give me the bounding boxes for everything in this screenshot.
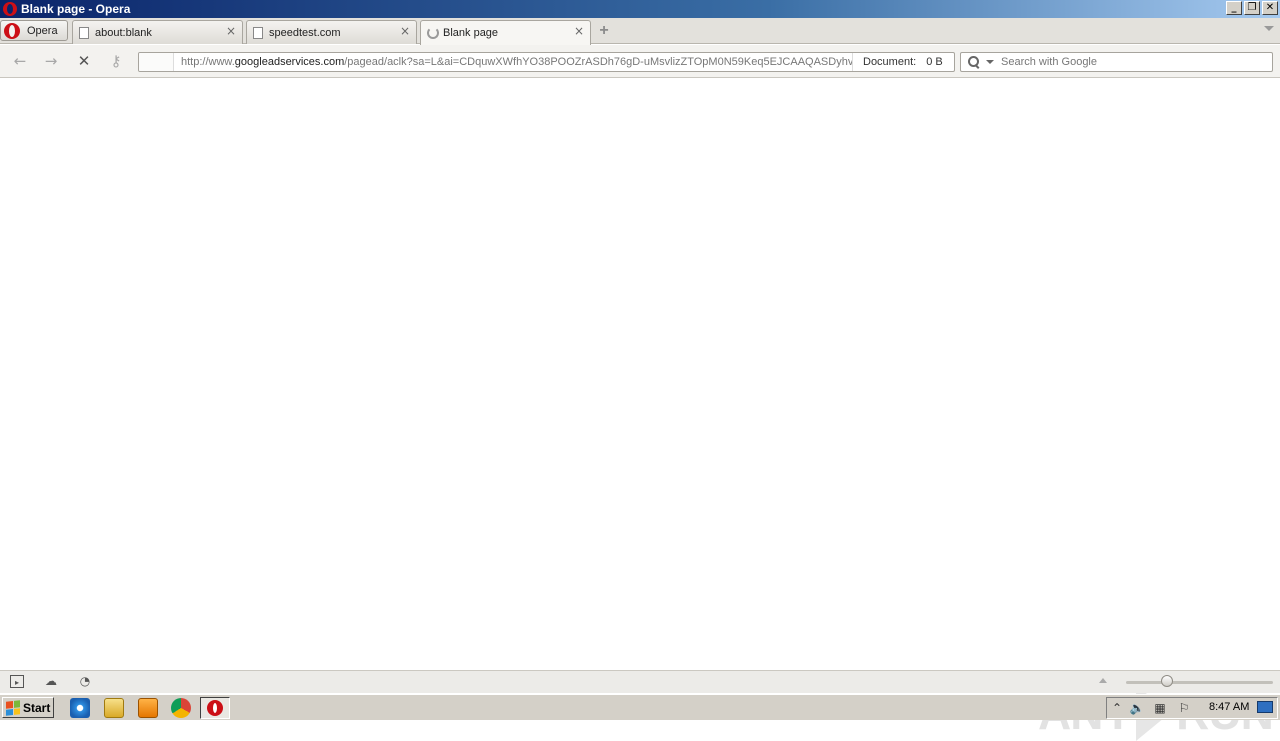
tab-label: speedtest.com bbox=[269, 26, 341, 39]
show-hidden-icons-icon[interactable]: ⌃ bbox=[1109, 701, 1125, 715]
chrome-icon[interactable] bbox=[171, 698, 191, 718]
tab-close-icon[interactable]: × bbox=[573, 25, 585, 37]
opera-logo-icon bbox=[3, 2, 17, 16]
search-box[interactable] bbox=[960, 52, 1273, 72]
opera-icon bbox=[207, 700, 223, 716]
key-icon[interactable]: ⚷ bbox=[106, 52, 126, 70]
loading-spinner-icon bbox=[427, 27, 439, 39]
tab-label: about:blank bbox=[95, 26, 152, 39]
document-size-indicator: Document: 0 B bbox=[852, 53, 954, 71]
tab-bar: Opera about:blank × speedtest.com × Blan… bbox=[0, 18, 1280, 45]
taskbar-clock[interactable]: 8:47 AM bbox=[1209, 701, 1249, 713]
page-content[interactable]: ANY RUN bbox=[0, 79, 1280, 741]
forward-icon[interactable]: → bbox=[41, 52, 61, 70]
tab-speedtest[interactable]: speedtest.com × bbox=[246, 20, 417, 44]
network-icon[interactable]: ▦ bbox=[1152, 701, 1168, 715]
zoom-menu-icon[interactable] bbox=[1099, 678, 1107, 683]
opera-unite-cloud-icon[interactable]: ☁ bbox=[44, 675, 58, 688]
back-icon[interactable]: ← bbox=[10, 52, 30, 70]
document-label: Document: bbox=[863, 56, 917, 68]
address-bar[interactable]: http://www.googleadservices.com/pagead/a… bbox=[138, 52, 955, 72]
url-domain: googleadservices.com bbox=[234, 56, 345, 68]
opera-menu-icon bbox=[3, 22, 21, 40]
windows-logo-icon bbox=[6, 699, 20, 716]
windows-taskbar: Start ⌃ 🔈 ▦ ⚐ 8:47 AM bbox=[0, 694, 1280, 720]
url-prefix: http://www. bbox=[181, 56, 235, 68]
tab-close-icon[interactable]: × bbox=[225, 25, 237, 37]
page-icon bbox=[253, 26, 263, 39]
system-tray: ⌃ 🔈 ▦ ⚐ bbox=[1106, 697, 1278, 719]
window-titlebar[interactable]: Blank page - Opera _ ❐ ✕ bbox=[0, 0, 1280, 18]
window-title: Blank page - Opera bbox=[21, 2, 131, 16]
volume-icon[interactable]: 🔈 bbox=[1129, 701, 1145, 715]
tab-blank-page[interactable]: Blank page × bbox=[420, 20, 591, 45]
zoom-slider-handle[interactable] bbox=[1161, 675, 1173, 687]
tab-close-icon[interactable]: × bbox=[399, 25, 411, 37]
close-window-button[interactable]: ✕ bbox=[1262, 1, 1278, 15]
navigation-toolbar: ← → ✕ ⚷ http://www.googleadservices.com/… bbox=[0, 45, 1280, 78]
tab-label: Blank page bbox=[443, 27, 499, 39]
restore-button[interactable]: ❐ bbox=[1244, 1, 1260, 15]
show-desktop-icon[interactable] bbox=[1257, 701, 1273, 713]
url-path: /pagead/aclk?sa=L&ai=CDquwXWfhYO38POOZrA… bbox=[344, 56, 852, 68]
opera-turbo-icon[interactable]: ◔ bbox=[78, 675, 92, 688]
search-engine-dropdown-icon[interactable] bbox=[986, 60, 994, 64]
minimize-button[interactable]: _ bbox=[1226, 1, 1242, 15]
window-controls: _ ❐ ✕ bbox=[1226, 1, 1278, 15]
panel-toggle-icon[interactable]: ▸ bbox=[10, 675, 24, 688]
new-tab-plus-icon[interactable]: + bbox=[597, 23, 611, 39]
tab-menu-chevron-icon[interactable] bbox=[1264, 26, 1274, 31]
start-button[interactable]: Start bbox=[2, 697, 54, 718]
zoom-slider[interactable] bbox=[1126, 681, 1273, 684]
site-info-badge[interactable] bbox=[139, 53, 174, 71]
action-center-flag-icon[interactable]: ⚐ bbox=[1176, 701, 1192, 715]
opera-menu-label: Opera bbox=[27, 24, 58, 37]
document-size: 0 B bbox=[926, 56, 943, 68]
media-player-icon[interactable] bbox=[138, 698, 158, 718]
status-bar: ▸ ☁ ◔ bbox=[0, 670, 1280, 693]
opera-menu-button[interactable]: Opera bbox=[0, 20, 68, 41]
explorer-folder-icon[interactable] bbox=[104, 698, 124, 718]
tab-about-blank[interactable]: about:blank × bbox=[72, 20, 243, 44]
stop-icon[interactable]: ✕ bbox=[74, 52, 94, 70]
search-input[interactable] bbox=[1001, 56, 1261, 68]
search-icon bbox=[968, 56, 980, 68]
opera-taskbar-button[interactable] bbox=[200, 697, 230, 719]
page-icon bbox=[79, 26, 89, 39]
start-label: Start bbox=[23, 700, 51, 715]
address-url[interactable]: http://www.googleadservices.com/pagead/a… bbox=[174, 56, 852, 68]
internet-explorer-icon[interactable] bbox=[70, 698, 90, 718]
